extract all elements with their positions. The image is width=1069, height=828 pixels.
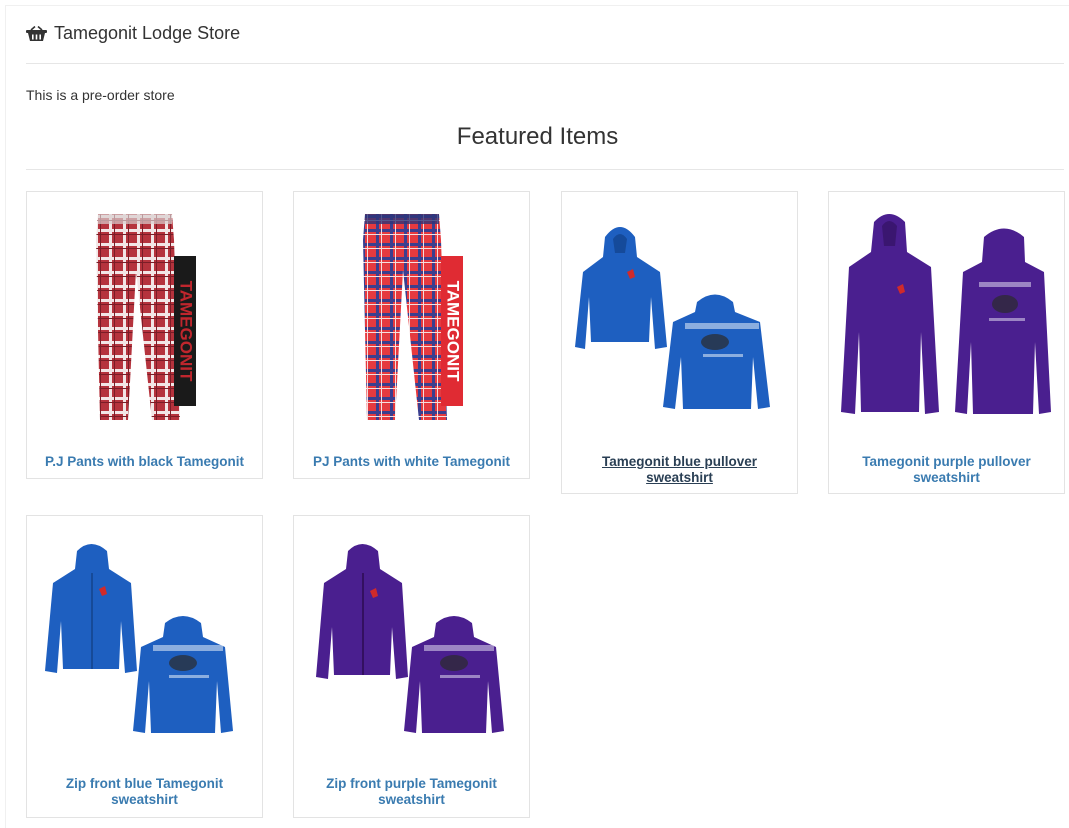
header-divider [26, 63, 1064, 64]
featured-divider [26, 169, 1064, 170]
product-name-link[interactable]: P.J Pants with black Tamegonit [35, 454, 254, 470]
store-intro: This is a pre-order store [26, 87, 175, 103]
featured-heading: Featured Items [456, 123, 619, 150]
product-name-link[interactable]: PJ Pants with white Tamegonit [302, 454, 521, 470]
basket-icon [26, 25, 47, 41]
store-page: Tamegonit Lodge Store This is a pre-orde… [5, 5, 1069, 828]
product-card[interactable]: Zip front blue Tamegonit sweatshirt [26, 515, 263, 818]
product-image[interactable] [27, 516, 262, 766]
product-card[interactable]: TAMEGONIT P.J Pants with black Tamegonit [26, 191, 263, 479]
product-name-link[interactable]: Tamegonit blue pullover sweatshirt [570, 454, 789, 486]
product-image[interactable]: TAMEGONIT [294, 192, 529, 442]
product-name-link[interactable]: Zip front blue Tamegonit sweatshirt [35, 776, 254, 808]
product-image[interactable] [294, 516, 529, 766]
store-title: Tamegonit Lodge Store [54, 23, 241, 43]
product-image[interactable] [829, 192, 1064, 442]
store-header: Tamegonit Lodge Store [26, 23, 240, 44]
product-name-link[interactable]: Zip front purple Tamegonit sweatshirt [302, 776, 521, 808]
product-card[interactable]: Tamegonit blue pullover sweatshirt [561, 191, 798, 494]
product-card[interactable]: Zip front purple Tamegonit sweatshirt [293, 515, 530, 818]
banner-text: TAMEGONIT [443, 280, 462, 381]
product-name-link[interactable]: Tamegonit purple pullover sweatshirt [837, 454, 1056, 486]
product-card[interactable]: Tamegonit purple pullover sweatshirt [828, 191, 1065, 494]
product-image[interactable]: TAMEGONIT [27, 192, 262, 442]
product-card[interactable]: TAMEGONIT PJ Pants with white Tamegonit [293, 191, 530, 479]
banner-text: TAMEGONIT [176, 280, 195, 381]
product-image[interactable] [562, 192, 797, 442]
